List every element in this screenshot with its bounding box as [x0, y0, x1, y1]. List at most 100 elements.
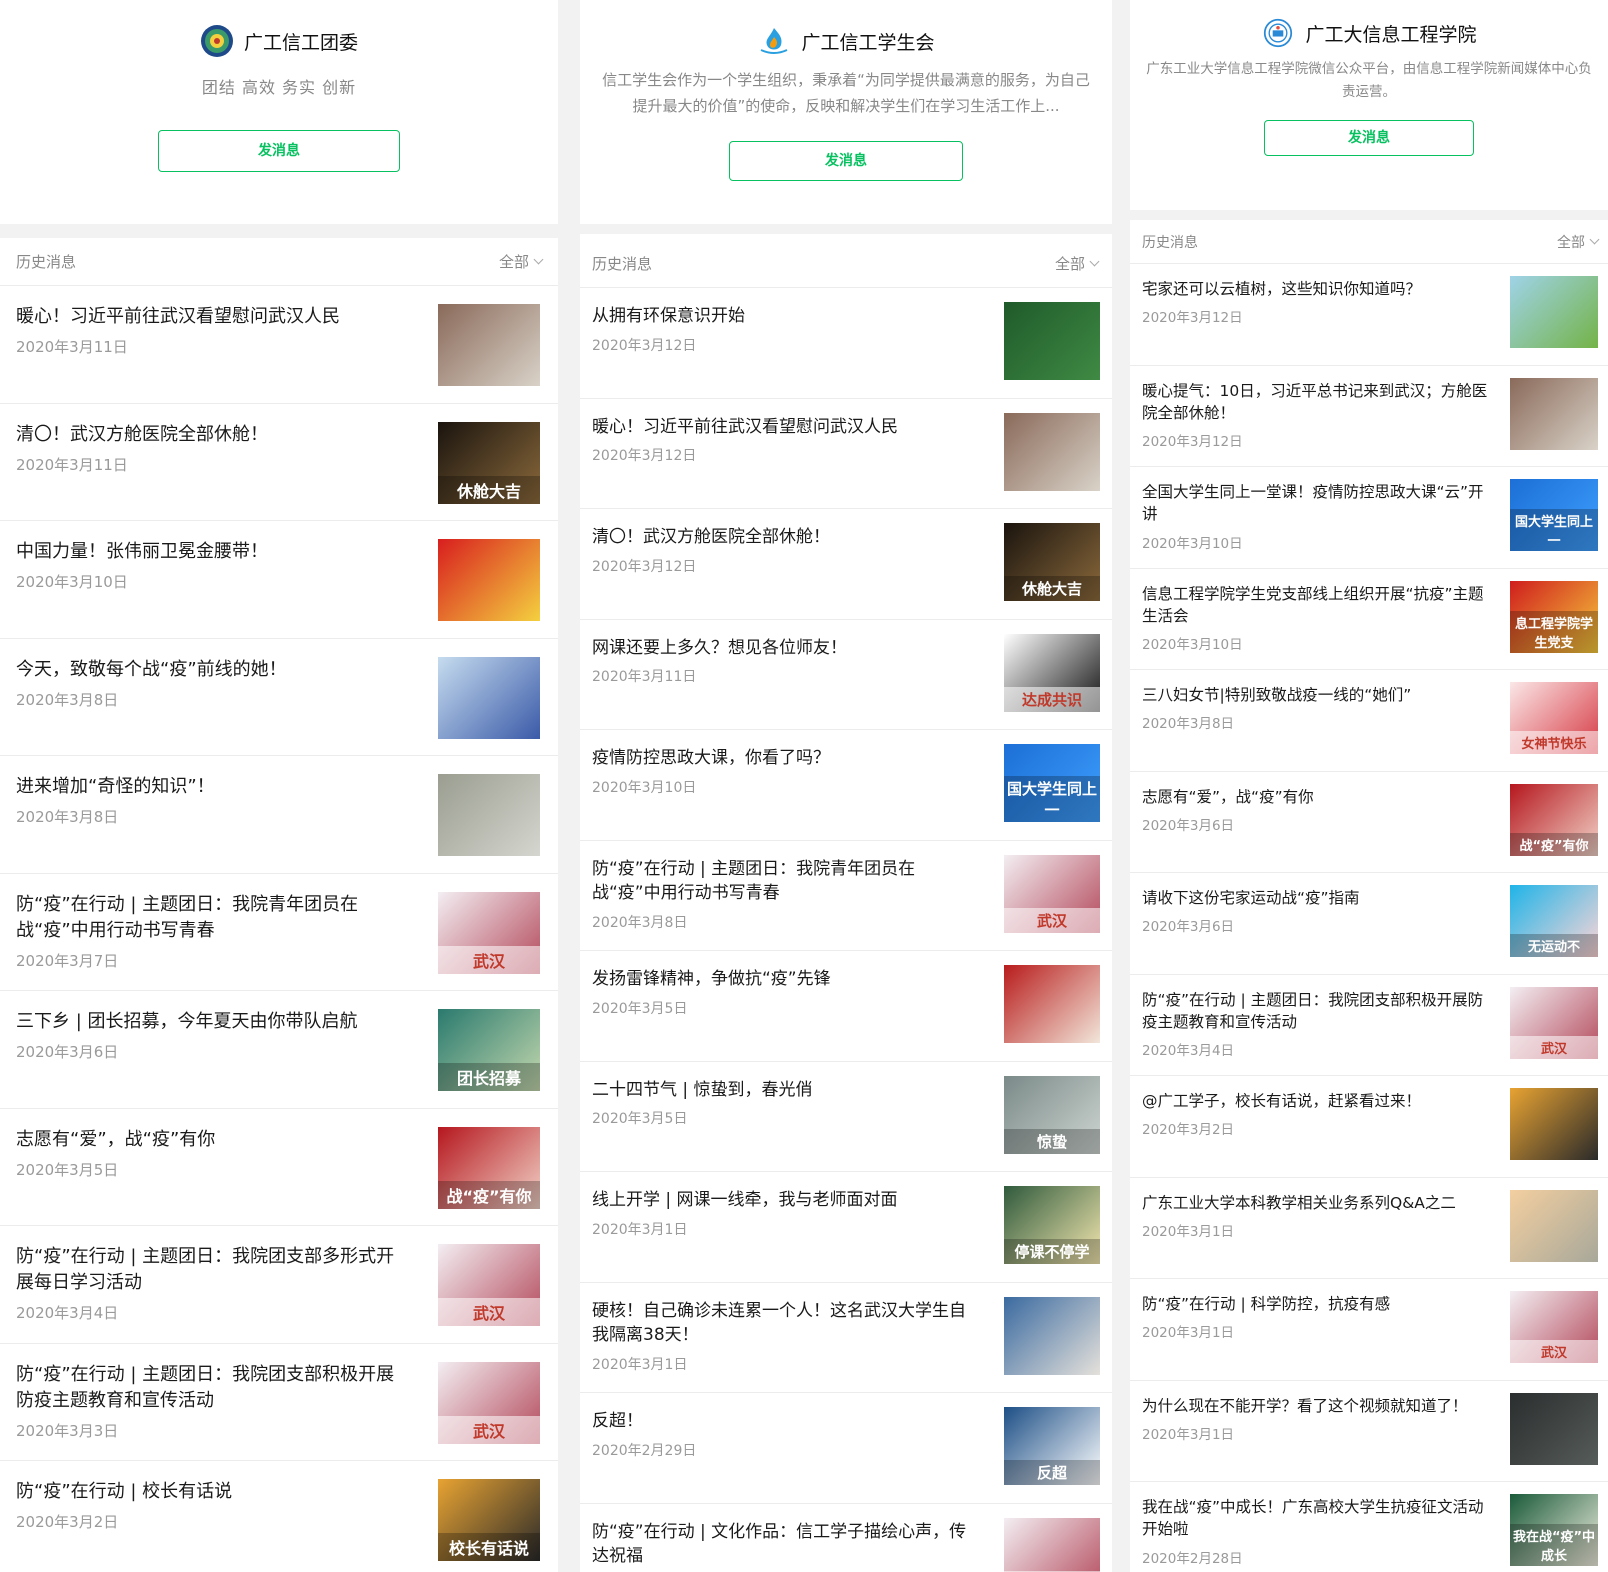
article-date: 2020年3月11日 [16, 338, 128, 357]
article-date: 2020年3月1日 [1142, 1223, 1235, 1240]
article-thumbnail-leifeng [1004, 965, 1100, 1043]
thumbnail-caption: 国大学生同上一 [1510, 509, 1598, 551]
article-item[interactable]: 全国大学生同上一堂课！疫情防控思政大课“云”开讲 2020年3月10日 国大学生同上… [1130, 467, 1608, 569]
article-date: 2020年3月1日 [592, 1221, 688, 1238]
article-date: 2020年3月12日 [1142, 434, 1243, 451]
article-thumbnail-tower: 武汉 [1510, 1291, 1598, 1363]
thumbnail-caption: 武汉 [1510, 1340, 1598, 1363]
article-title: 全国大学生同上一堂课！疫情防控思政大课“云”开讲 [1142, 483, 1484, 524]
article-date: 2020年3月8日 [592, 914, 688, 931]
article-title: 三下乡 | 团长招募，今年夏天由你带队启航 [16, 1011, 358, 1032]
history-label: 历史消息 [16, 253, 77, 271]
article-item[interactable]: 暖心！习近平前往武汉看望慰问武汉人民 2020年3月12日 [580, 399, 1112, 509]
article-item[interactable]: 广东工业大学本科教学相关业务系列Q&A之二 2020年3月1日 [1130, 1178, 1608, 1279]
send-message-button[interactable]: 发消息 [729, 141, 963, 181]
filter-dropdown[interactable]: 全部 [498, 251, 544, 272]
article-item[interactable]: 线上开学 | 网课一线牵，我与老师面对面 2020年3月1日 停课不停学 [580, 1172, 1112, 1283]
article-item[interactable]: 信息工程学院学生党支部线上组织开展“抗疫”主题生活会 2020年3月10日 息工程学… [1130, 569, 1608, 670]
account-profile-panel: 广工大信息工程学院 广东工业大学信息工程学院微信公众平台，由信息工程学院新闻媒体… [1130, 0, 1608, 1572]
article-thumbnail-group: 团长招募 [438, 1009, 540, 1091]
article-title: 防“疫”在行动 | 校长有话说 [16, 1481, 233, 1502]
article-item[interactable]: @广工学子，校长有话说，赶紧看过来！ 2020年3月2日 [1130, 1076, 1608, 1178]
article-thumbnail-essay: 我在战“疫”中成长 [1510, 1494, 1598, 1566]
thumbnail-caption: 武汉 [1004, 907, 1100, 933]
article-item[interactable]: 清〇！武汉方舱医院全部休舱！ 2020年3月12日 休舱大吉 [580, 509, 1112, 620]
article-item[interactable]: 清〇！武汉方舱医院全部休舱！ 2020年3月11日 休舱大吉 [0, 404, 558, 521]
article-item[interactable]: 防“疫”在行动 | 科学防控，抗疫有感 2020年3月1日 武汉 [1130, 1279, 1608, 1381]
article-item[interactable]: 宅家还可以云植树，这些知识你知道吗？ 2020年3月12日 [1130, 264, 1608, 366]
thumbnail-caption: 惊蛰 [1004, 1128, 1100, 1154]
article-date: 2020年3月5日 [16, 1160, 119, 1179]
article-item[interactable]: 反超！ 2020年2月29日 反超 [580, 1393, 1112, 1504]
article-item[interactable]: 为什么现在不能开学？看了这个视频就知道了！ 2020年3月1日 [1130, 1381, 1608, 1482]
article-thumbnail-medic [438, 656, 540, 739]
thumbnail-caption: 团长招募 [438, 1063, 540, 1091]
article-list: 暖心！习近平前往武汉看望慰问武汉人民 2020年3月11日 清〇！武汉方舱医院全部休… [0, 286, 558, 1572]
article-item[interactable]: 从拥有环保意识开始 2020年3月12日 [580, 288, 1112, 399]
article-thumbnail-building [438, 304, 540, 386]
thumbnail-caption: 停课不停学 [1004, 1239, 1100, 1264]
article-item[interactable]: 防“疫”在行动 | 主题团日：我院青年团员在战“疫”中用行动书写青春 2020年3… [580, 841, 1112, 951]
article-item[interactable]: 请收下这份宅家运动战“疫”指南 2020年3月6日 无运动不 [1130, 873, 1608, 975]
article-item[interactable]: 防“疫”在行动 | 主题团日：我院团支部多形式开展每日学习活动 2020年3月4日… [0, 1226, 558, 1344]
article-item[interactable]: 二十四节气 | 惊蛰到，春光俏 2020年3月5日 惊蛰 [580, 1062, 1112, 1172]
thumbnail-caption: 反超 [1004, 1460, 1100, 1485]
article-item[interactable]: 暖心！习近平前往武汉看望慰问武汉人民 2020年3月11日 [0, 286, 558, 404]
article-title: 清〇！武汉方舱医院全部休舱！ [592, 527, 830, 547]
article-item[interactable]: 三下乡 | 团长招募，今年夏天由你带队启航 2020年3月6日 团长招募 [0, 991, 558, 1109]
send-message-button[interactable]: 发消息 [158, 130, 400, 172]
article-date: 2020年3月11日 [592, 669, 697, 686]
youth-league-emblem-icon [200, 24, 234, 58]
article-title: @广工学子，校长有话说，赶紧看过来！ [1142, 1092, 1422, 1110]
article-item[interactable]: 疫情防控思政大课，你看了吗？ 2020年3月10日 国大学生同上一 [580, 730, 1112, 841]
filter-dropdown[interactable]: 全部 [1557, 232, 1600, 252]
article-item[interactable]: 防“疫”在行动 | 文化作品：信工学子描绘心声，传达祝福武汉 [580, 1504, 1112, 1572]
account-name: 广工信工团委 [243, 31, 358, 54]
article-title: 志愿有“爱”，战“疫”有你 [1142, 787, 1314, 806]
article-title: 信息工程学院学生党支部线上组织开展“抗疫”主题生活会 [1142, 584, 1484, 625]
article-item[interactable]: 我在战“疫”中成长！广东高校大学生抗疫征文活动开始啦 2020年2月28日 我在战“… [1130, 1482, 1608, 1572]
article-thumbnail-building [1004, 412, 1100, 491]
thumbnail-caption: 武汉 [438, 945, 540, 974]
article-title: 请收下这份宅家运动战“疫”指南 [1142, 889, 1360, 907]
article-date: 2020年3月2日 [1142, 1122, 1235, 1139]
article-date: 2020年3月12日 [1142, 310, 1243, 327]
article-title: 防“疫”在行动 | 科学防控，抗疫有感 [1142, 1295, 1391, 1313]
article-item[interactable]: 防“疫”在行动 | 主题团日：我院青年团员在战“疫”中用行动书写青春 2020年3… [0, 874, 558, 991]
article-item[interactable]: 防“疫”在行动 | 校长有话说 2020年3月2日 校长有话说 [0, 1461, 558, 1572]
article-thumbnail-tower: 武汉 [1004, 854, 1100, 933]
account-description: 团结 高效 务实 创新 [201, 78, 357, 97]
section-divider [580, 224, 1112, 234]
article-thumbnail-spring: 惊蛰 [1004, 1075, 1100, 1154]
article-title: 硬核！自己确诊未连累一个人！这名武汉大学生自我隔离38天！ [592, 1300, 966, 1346]
article-date: 2020年3月7日 [16, 951, 119, 970]
article-thumbnail-womensday: 女神节快乐 [1510, 682, 1598, 754]
article-date: 2020年3月11日 [16, 455, 128, 474]
filter-dropdown[interactable]: 全部 [1055, 253, 1100, 274]
article-item[interactable]: 中国力量！张伟丽卫冕金腰带！ 2020年3月10日 [0, 521, 558, 639]
article-item[interactable]: 暖心提气：10日，习近平总书记来到武汉；方舱医院全部休舱！ 2020年3月12日 [1130, 366, 1608, 467]
filter-label: 全部 [498, 253, 529, 271]
article-item[interactable]: 志愿有“爱”，战“疫”有你 2020年3月6日 战“疫”有你 [1130, 772, 1608, 873]
article-item[interactable]: 今天，致敬每个战“疫”前线的她！ 2020年3月8日 [0, 639, 558, 756]
article-item[interactable]: 防“疫”在行动 | 主题团日：我院团支部积极开展防疫主题教育和宣传活动 2020年… [0, 1344, 558, 1461]
history-label: 历史消息 [1142, 234, 1198, 251]
article-date: 2020年3月10日 [1142, 637, 1243, 654]
article-thumbnail-bluebanner: 国大学生同上一 [1510, 479, 1598, 551]
send-message-button[interactable]: 发消息 [1264, 119, 1474, 156]
article-item[interactable]: 志愿有“爱”，战“疫”有你 2020年3月5日 战“疫”有你 [0, 1109, 558, 1226]
article-item[interactable]: 网课还要上多久？想见各位师友！ 2020年3月11日 达成共识 [580, 620, 1112, 730]
article-thumbnail-cat [438, 774, 540, 856]
article-item[interactable]: 进来增加“奇怪的知识”！ 2020年3月8日 [0, 756, 558, 874]
article-item[interactable]: 发扬雷锋精神，争做抗“疫”先锋 2020年3月5日 [580, 951, 1112, 1062]
article-title: 防“疫”在行动 | 主题团日：我院团支部多形式开展每日学习活动 [16, 1246, 395, 1294]
article-title: 为什么现在不能开学？看了这个视频就知道了！ [1142, 1396, 1468, 1415]
chevron-down-icon [1589, 234, 1600, 245]
article-item[interactable]: 三八妇女节|特别致敬战疫一线的“她们” 2020年3月8日 女神节快乐 [1130, 670, 1608, 772]
article-item[interactable]: 防“疫”在行动 | 主题团日：我院团支部积极开展防疫主题教育和宣传活动 2020年… [1130, 975, 1608, 1076]
article-item[interactable]: 硬核！自己确诊未连累一个人！这名武汉大学生自我隔离38天！ 2020年3月1日 [580, 1283, 1112, 1393]
article-title: 网课还要上多久？想见各位师友！ [592, 637, 847, 658]
thumbnail-caption: 校长有话说 [438, 1533, 540, 1561]
article-date: 2020年3月6日 [1142, 817, 1235, 834]
account-profile-panel: 广工信工学生会 信工学生会作为一个学生组织，秉承着“为同学提供最满意的服务，为自… [580, 0, 1112, 1572]
